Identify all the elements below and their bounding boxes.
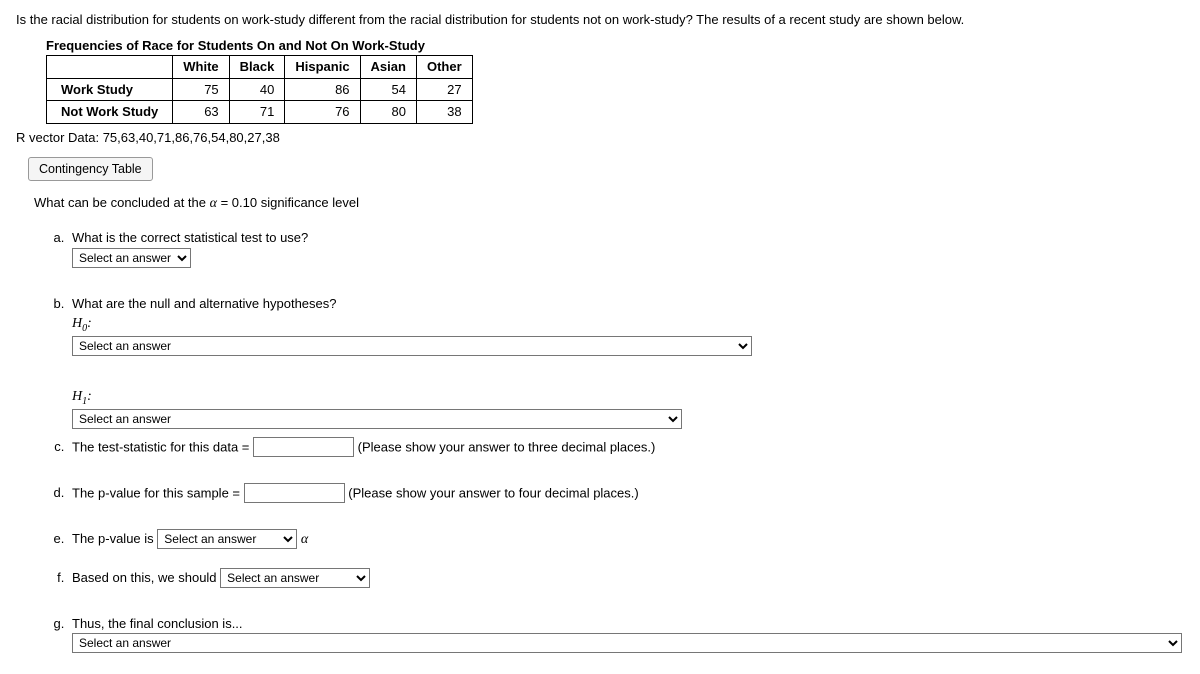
table-row: Work Study 75 40 86 54 27 <box>47 78 473 101</box>
col-header: White <box>173 56 229 79</box>
question-text: The p-value for this sample = <box>72 485 240 500</box>
h1-select[interactable]: Select an answer <box>72 409 682 429</box>
question-text: What is the correct statistical test to … <box>72 230 308 245</box>
text: What can be concluded at the <box>34 195 210 210</box>
question-d: The p-value for this sample = (Please sh… <box>68 483 1184 503</box>
p-value-input[interactable] <box>244 483 345 503</box>
question-e: The p-value is Select an answer α <box>68 529 1184 550</box>
cell: 63 <box>173 101 229 124</box>
p-value-compare-select[interactable]: Select an answer <box>157 529 297 549</box>
question-a: What is the correct statistical test to … <box>68 228 1184 268</box>
col-header: Other <box>416 56 472 79</box>
alpha-symbol: α <box>210 196 217 211</box>
alpha-symbol: α <box>301 532 308 547</box>
test-type-select[interactable]: Select an answer <box>72 248 191 268</box>
table-row: Not Work Study 63 71 76 80 38 <box>47 101 473 124</box>
conclusion-select[interactable]: Select an answer <box>72 633 1182 653</box>
decision-select[interactable]: Select an answer <box>220 568 370 588</box>
col-header: Hispanic <box>285 56 360 79</box>
h0-label: H0: <box>72 316 92 331</box>
cell: 80 <box>360 101 416 124</box>
hint-text: (Please show your answer to four decimal… <box>348 485 638 500</box>
col-header: Asian <box>360 56 416 79</box>
text: = 0.10 significance level <box>217 195 359 210</box>
question-text: The p-value is <box>72 531 157 546</box>
frequency-table: White Black Hispanic Asian Other Work St… <box>46 55 473 124</box>
hint-text: (Please show your answer to three decima… <box>358 439 656 454</box>
question-text: What are the null and alternative hypoth… <box>72 296 337 311</box>
cell: 76 <box>285 101 360 124</box>
cell: 75 <box>173 78 229 101</box>
question-b: What are the null and alternative hypoth… <box>68 294 1184 429</box>
cell: 38 <box>416 101 472 124</box>
question-c: The test-statistic for this data = (Plea… <box>68 437 1184 457</box>
problem-statement: Is the racial distribution for students … <box>16 10 1184 30</box>
question-f: Based on this, we should Select an answe… <box>68 568 1184 588</box>
table-header-row: White Black Hispanic Asian Other <box>47 56 473 79</box>
cell: 71 <box>229 101 285 124</box>
cell: 27 <box>416 78 472 101</box>
table-title: Frequencies of Race for Students On and … <box>46 36 1184 56</box>
col-header: Black <box>229 56 285 79</box>
significance-prompt: What can be concluded at the α = 0.10 si… <box>34 193 1184 214</box>
contingency-table-button[interactable]: Contingency Table <box>28 157 153 181</box>
cell: 86 <box>285 78 360 101</box>
question-text: Based on this, we should <box>72 570 220 585</box>
cell: 40 <box>229 78 285 101</box>
question-text: Thus, the final conclusion is... <box>72 616 243 631</box>
question-g: Thus, the final conclusion is... Select … <box>68 614 1184 654</box>
cell: 54 <box>360 78 416 101</box>
h1-label: H1: <box>72 389 92 404</box>
r-vector-data: R vector Data: 75,63,40,71,86,76,54,80,2… <box>16 128 1184 148</box>
blank-cell <box>47 56 173 79</box>
row-label: Not Work Study <box>47 101 173 124</box>
question-text: The test-statistic for this data = <box>72 439 249 454</box>
test-statistic-input[interactable] <box>253 437 354 457</box>
row-label: Work Study <box>47 78 173 101</box>
h0-select[interactable]: Select an answer <box>72 336 752 356</box>
